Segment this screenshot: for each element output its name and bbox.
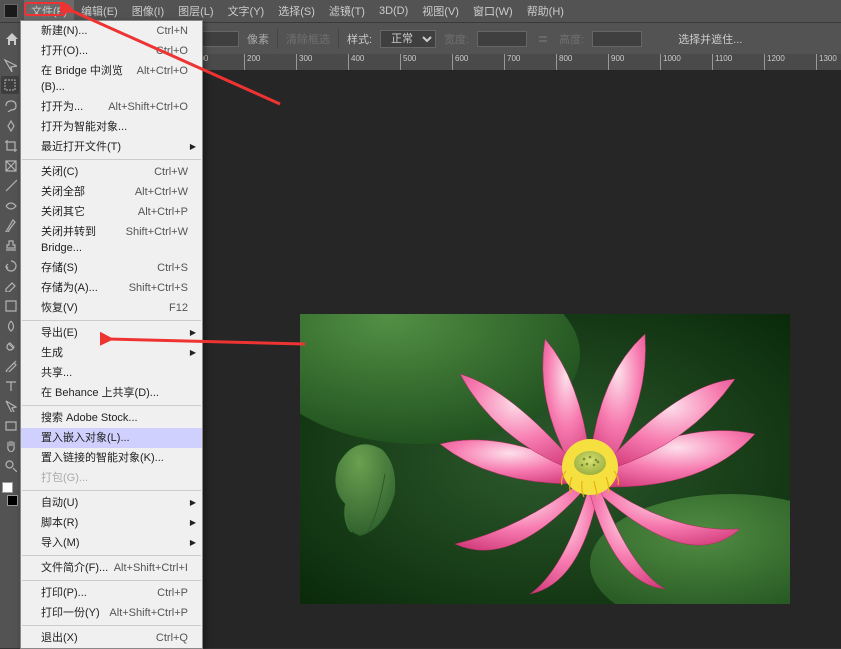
select-and-mask-button[interactable]: 选择并遮住...: [678, 31, 742, 47]
unit-label: 像素: [247, 31, 269, 47]
menuitem-a[interactable]: 存储为(A)...Shift+Ctrl+S: [21, 278, 202, 298]
frame-tool[interactable]: [1, 156, 19, 174]
hand-tool[interactable]: [1, 436, 19, 454]
foreground-color[interactable]: [2, 482, 13, 493]
menu-滤镜[interactable]: 滤镜(T): [322, 0, 372, 22]
gradient-tool[interactable]: [1, 296, 19, 314]
menuitem-[interactable]: 共享...: [21, 363, 202, 383]
menuitem-m[interactable]: 导入(M)▶: [21, 533, 202, 553]
menuitem-p[interactable]: 打印(P)...Ctrl+P: [21, 583, 202, 603]
menuitem-e[interactable]: 导出(E)▶: [21, 323, 202, 343]
menu-帮助[interactable]: 帮助(H): [520, 0, 571, 22]
background-color[interactable]: [7, 495, 18, 506]
style-select[interactable]: 正常: [380, 30, 436, 48]
menu-选择[interactable]: 选择(S): [271, 0, 322, 22]
swap-icon: [535, 31, 551, 47]
blur-tool[interactable]: [1, 316, 19, 334]
heal-tool[interactable]: [1, 196, 19, 214]
height-label: 高度:: [559, 31, 584, 47]
menu-图像[interactable]: 图像(I): [125, 0, 171, 22]
ruler-tick: 1100: [712, 54, 732, 70]
file-menu-dropdown: 新建(N)...Ctrl+N打开(O)...Ctrl+O在 Bridge 中浏览…: [20, 20, 203, 649]
menubar: 文件(F)编辑(E)图像(I)图层(L)文字(Y)选择(S)滤镜(T)3D(D)…: [0, 0, 841, 22]
ruler-tick: 700: [504, 54, 520, 70]
ruler-tick: 900: [608, 54, 624, 70]
menuitem-behanced[interactable]: 在 Behance 上共享(D)...: [21, 383, 202, 403]
menuitem-c[interactable]: 关闭(C)Ctrl+W: [21, 162, 202, 182]
stamp-tool[interactable]: [1, 236, 19, 254]
menu-文字[interactable]: 文字(Y): [221, 0, 272, 22]
menuitem-k[interactable]: 置入链接的智能对象(K)...: [21, 448, 202, 468]
ruler-tick: 300: [296, 54, 312, 70]
style-label: 样式:: [347, 31, 372, 47]
menu-视图[interactable]: 视图(V): [415, 0, 466, 22]
type-tool[interactable]: [1, 376, 19, 394]
ruler-tick: 500: [400, 54, 416, 70]
menuitem-u[interactable]: 自动(U)▶: [21, 493, 202, 513]
crop-tool[interactable]: [1, 136, 19, 154]
document-canvas[interactable]: [300, 314, 790, 604]
menuitem-l[interactable]: 置入嵌入对象(L)...: [21, 428, 202, 448]
ruler-tick: 1200: [764, 54, 785, 70]
ruler-tick: 600: [452, 54, 468, 70]
menu-窗口[interactable]: 窗口(W): [466, 0, 520, 22]
menuitem-t[interactable]: 最近打开文件(T)▶: [21, 137, 202, 157]
menuitem-[interactable]: 关闭全部Alt+Ctrl+W: [21, 182, 202, 202]
ruler-tick: 1300: [816, 54, 837, 70]
path-select-tool[interactable]: [1, 396, 19, 414]
brush-tool[interactable]: [1, 216, 19, 234]
history-brush-tool[interactable]: [1, 256, 19, 274]
menuitem-v[interactable]: 恢复(V)F12: [21, 298, 202, 318]
lasso-tool[interactable]: [1, 96, 19, 114]
tool-panel: [0, 54, 20, 648]
ruler-tick: 200: [244, 54, 260, 70]
menuitem-r[interactable]: 脚本(R)▶: [21, 513, 202, 533]
dodge-tool[interactable]: [1, 336, 19, 354]
menuitem-bridge[interactable]: 关闭并转到 Bridge...Shift+Ctrl+W: [21, 222, 202, 258]
clear-selection: 清除框选: [286, 31, 330, 47]
width-input: [477, 31, 527, 47]
menuitem-[interactable]: 打开为...Alt+Shift+Ctrl+O: [21, 97, 202, 117]
menuitem-g: 打包(G)...: [21, 468, 202, 488]
menuitem-[interactable]: 打开为智能对象...: [21, 117, 202, 137]
menu-图层[interactable]: 图层(L): [171, 0, 220, 22]
home-icon[interactable]: [4, 31, 20, 47]
menu-3d[interactable]: 3D(D): [372, 0, 415, 22]
eyedropper-tool[interactable]: [1, 176, 19, 194]
ruler-tick: 1000: [660, 54, 681, 70]
ruler-tick: 400: [348, 54, 364, 70]
menuitem-bridgeb[interactable]: 在 Bridge 中浏览(B)...Alt+Ctrl+O: [21, 61, 202, 97]
lotus-image: [300, 314, 790, 604]
eraser-tool[interactable]: [1, 276, 19, 294]
rectangle-tool[interactable]: [1, 416, 19, 434]
color-swatches[interactable]: [2, 482, 18, 506]
zoom-tool[interactable]: [1, 456, 19, 474]
ps-logo-icon: [4, 4, 18, 18]
move-tool[interactable]: [1, 56, 19, 74]
marquee-tool[interactable]: [1, 76, 19, 94]
menuitem-y[interactable]: 打印一份(Y)Alt+Shift+Ctrl+P: [21, 603, 202, 623]
menuitem-o[interactable]: 打开(O)...Ctrl+O: [21, 41, 202, 61]
quick-select-tool[interactable]: [1, 116, 19, 134]
pen-tool[interactable]: [1, 356, 19, 374]
menuitem-[interactable]: 关闭其它Alt+Ctrl+P: [21, 202, 202, 222]
ruler-tick: 800: [556, 54, 572, 70]
menuitem-f[interactable]: 文件简介(F)...Alt+Shift+Ctrl+I: [21, 558, 202, 578]
menuitem-[interactable]: 生成▶: [21, 343, 202, 363]
menu-编辑[interactable]: 编辑(E): [74, 0, 125, 22]
width-label: 宽度:: [444, 31, 469, 47]
menuitem-x[interactable]: 退出(X)Ctrl+Q: [21, 628, 202, 648]
height-input: [592, 31, 642, 47]
menu-文件[interactable]: 文件(F): [24, 0, 74, 22]
menuitem-adobestock[interactable]: 搜索 Adobe Stock...: [21, 408, 202, 428]
menuitem-n[interactable]: 新建(N)...Ctrl+N: [21, 21, 202, 41]
menuitem-s[interactable]: 存储(S)Ctrl+S: [21, 258, 202, 278]
